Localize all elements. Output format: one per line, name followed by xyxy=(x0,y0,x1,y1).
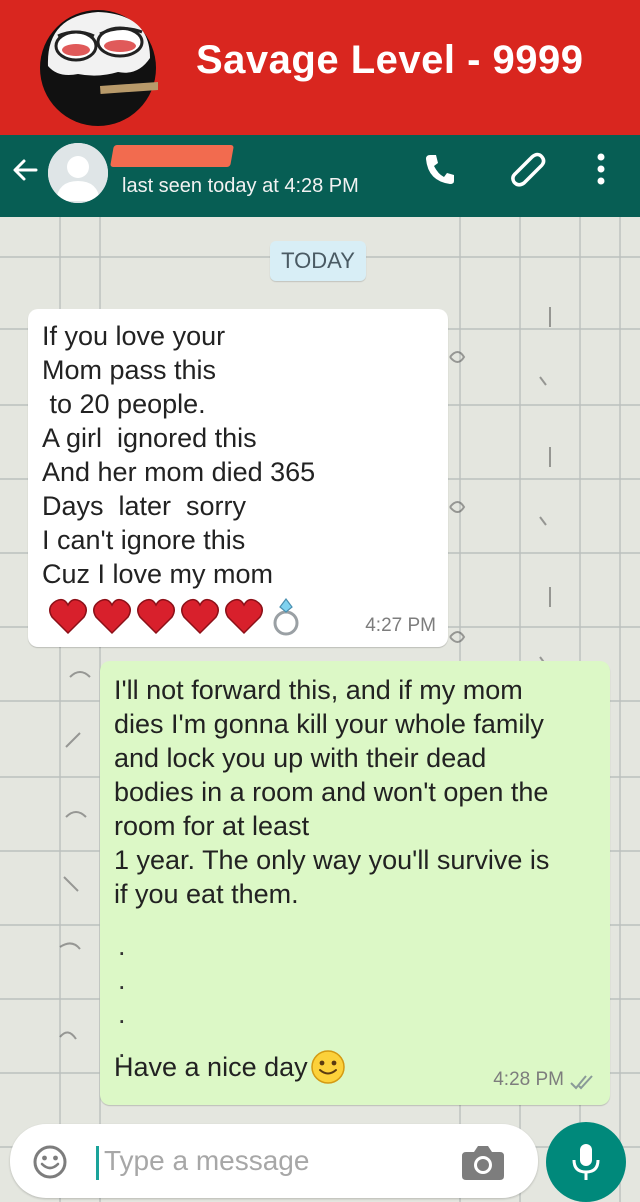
contact-name-redacted[interactable] xyxy=(110,145,234,167)
mic-button[interactable] xyxy=(546,1122,626,1202)
heart-icon xyxy=(49,598,87,635)
back-arrow-icon[interactable] xyxy=(10,155,40,185)
banner-title: Savage Level - 9999 xyxy=(196,38,584,82)
heart-icon xyxy=(93,598,131,635)
message-text: I'll not forward this, and if my mom die… xyxy=(114,675,550,909)
closing-text: Have a nice day xyxy=(114,1051,308,1082)
chat-header: last seen today at 4:28 PM xyxy=(0,135,640,217)
emoji-icon[interactable] xyxy=(32,1144,68,1180)
heart-icon xyxy=(181,598,219,635)
emoji-row xyxy=(48,597,304,637)
phone-icon[interactable] xyxy=(420,149,460,189)
text-caret xyxy=(96,1146,99,1180)
heart-icon xyxy=(137,598,175,635)
message-input[interactable] xyxy=(104,1138,444,1184)
microphone-icon xyxy=(572,1144,600,1180)
ring-icon xyxy=(273,598,299,636)
heart-icon xyxy=(225,598,263,635)
more-options-icon[interactable] xyxy=(586,149,616,189)
meme-banner: Savage Level - 9999 xyxy=(0,0,640,135)
contact-avatar[interactable] xyxy=(48,143,108,203)
message-time: 4:27 PM xyxy=(365,615,436,636)
outgoing-message-bubble[interactable]: I'll not forward this, and if my mom die… xyxy=(100,661,610,1105)
smiley-icon xyxy=(310,1050,345,1084)
incoming-message-bubble[interactable]: If you love your Mom pass this to 20 peo… xyxy=(28,309,448,647)
meme-face-icon xyxy=(40,10,158,126)
last-seen-status: last seen today at 4:28 PM xyxy=(122,175,359,197)
paperclip-icon[interactable] xyxy=(506,147,548,189)
chat-area[interactable]: TODAY If you love your Mom pass this to … xyxy=(0,217,640,1202)
message-composer xyxy=(10,1124,538,1198)
message-text: If you love your Mom pass this to 20 peo… xyxy=(42,321,316,589)
date-chip: TODAY xyxy=(270,241,366,281)
camera-icon[interactable] xyxy=(460,1142,506,1182)
message-dots: . . . . xyxy=(118,931,126,1063)
message-closing: Have a nice day xyxy=(114,1049,346,1085)
double-check-icon xyxy=(570,1075,593,1090)
message-time: 4:28 PM xyxy=(493,1069,564,1090)
default-avatar-icon xyxy=(48,143,108,203)
